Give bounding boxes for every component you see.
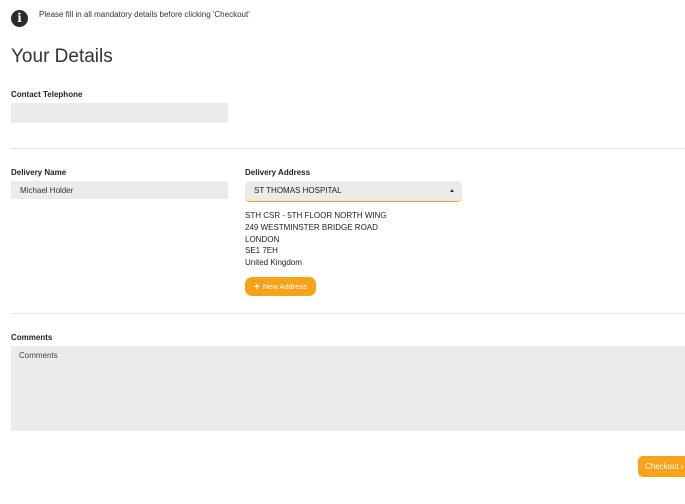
delivery-address-select[interactable]: ST THOMAS HOSPITAL [245, 181, 462, 202]
mandatory-notice: Please fill in all mandatory details bef… [39, 10, 250, 19]
delivery-address-label: Delivery Address [245, 168, 311, 177]
address-line: United Kingdom [245, 258, 302, 267]
comments-placeholder: Comments [19, 351, 58, 360]
section-divider [11, 148, 685, 149]
caret-up-icon [450, 189, 454, 192]
contact-telephone-input[interactable] [11, 103, 228, 123]
delivery-name-label: Delivery Name [11, 168, 67, 177]
page-title: Your Details [11, 46, 113, 67]
chevron-right-icon: › [680, 462, 684, 471]
new-address-button[interactable]: + New Address [245, 277, 316, 296]
contact-telephone-label: Contact Telephone [11, 90, 83, 99]
checkout-button[interactable]: Checkout › [638, 456, 685, 477]
delivery-name-input[interactable] [11, 181, 228, 199]
info-icon: i [11, 10, 28, 27]
address-line: SE1 7EH [245, 246, 278, 255]
plus-icon: + [253, 282, 260, 293]
new-address-label: New Address [262, 282, 308, 291]
address-line: STH CSR - 5TH FLOOR NORTH WING [245, 211, 387, 220]
checkout-label: Checkout [645, 462, 679, 471]
address-line: 249 WESTMINSTER BRIDGE ROAD [245, 223, 378, 232]
section-divider [11, 313, 685, 314]
address-line: LONDON [245, 235, 280, 244]
comments-textarea[interactable]: Comments [11, 346, 685, 431]
delivery-address-selected: ST THOMAS HOSPITAL [254, 186, 342, 195]
comments-label: Comments [11, 333, 53, 342]
